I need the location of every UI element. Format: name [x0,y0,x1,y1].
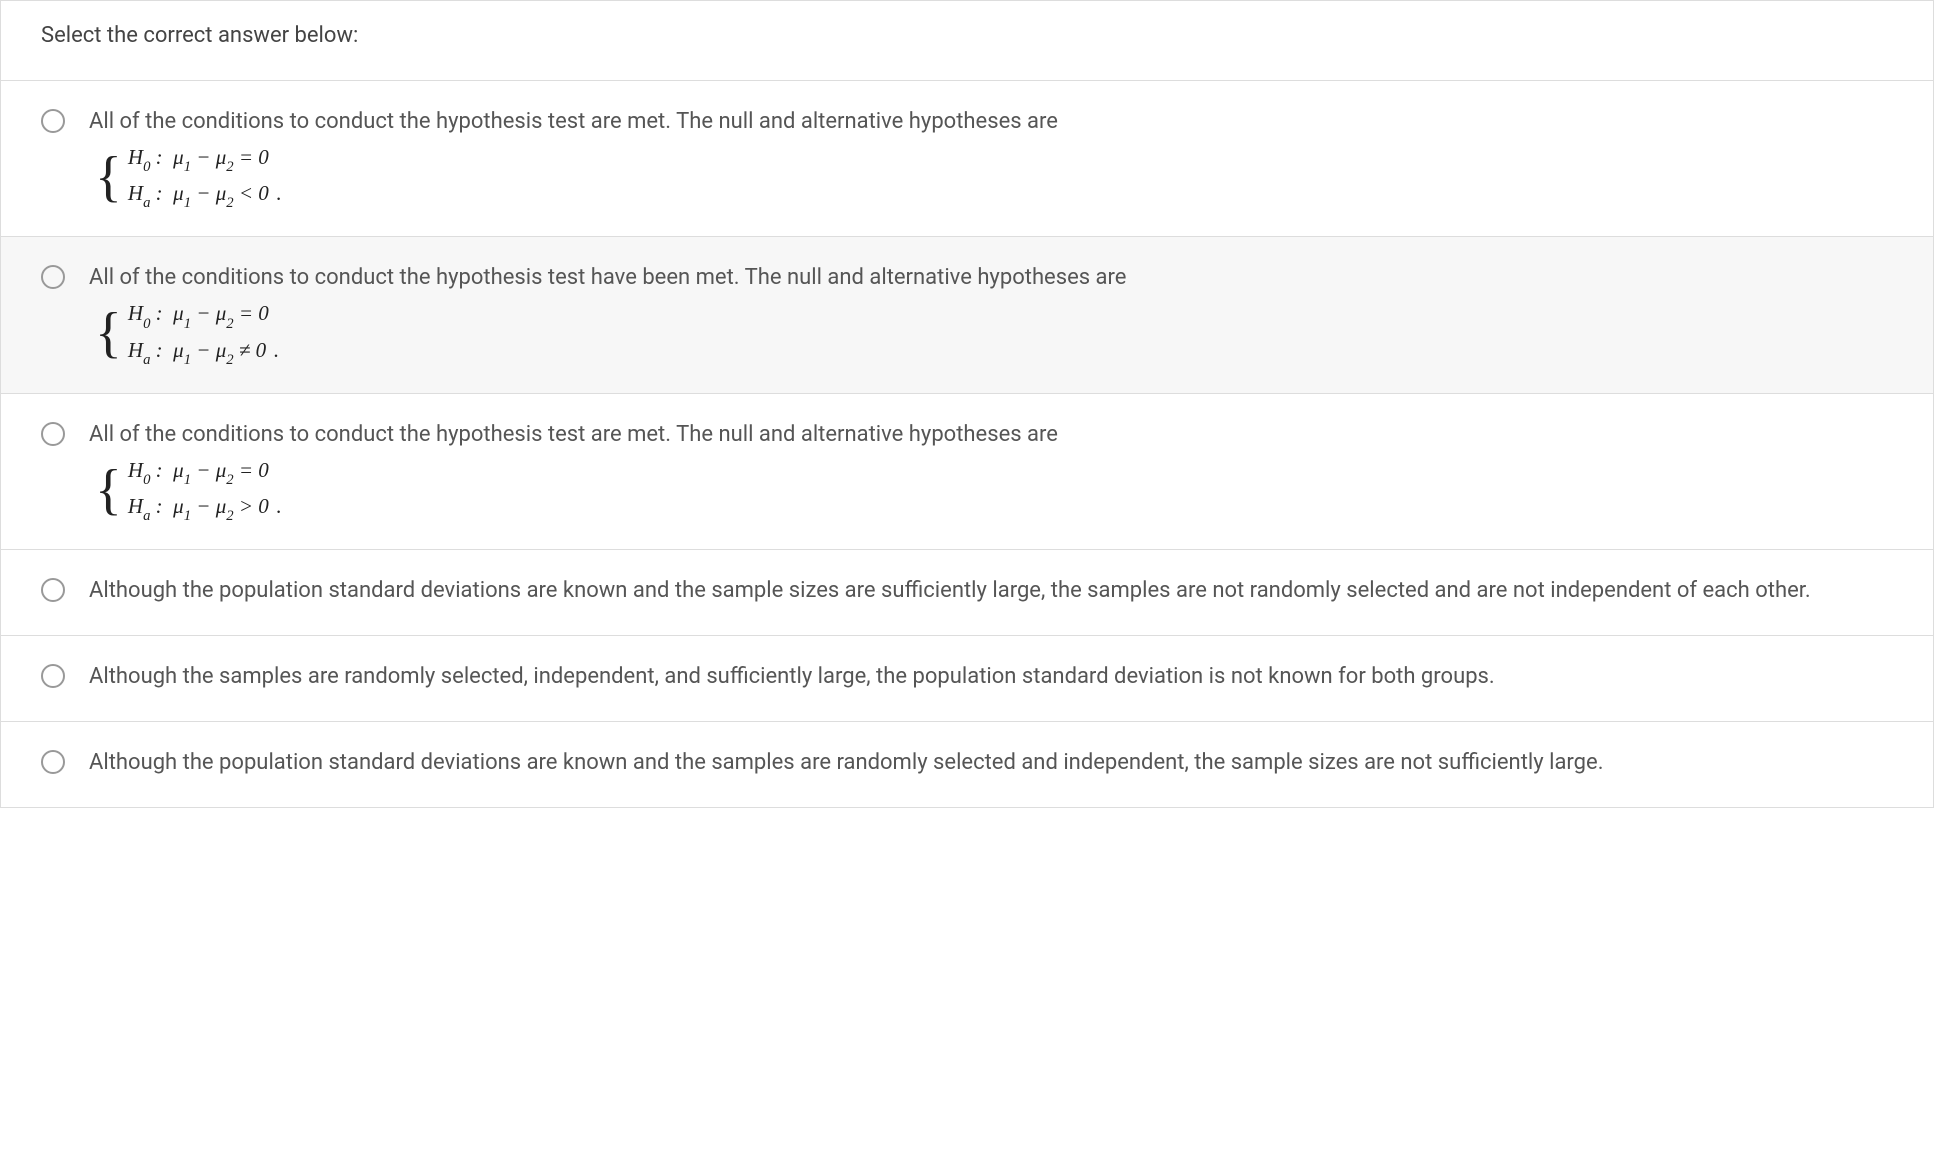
left-brace-icon: { [95,468,122,513]
radio-button[interactable] [41,664,65,688]
answer-option[interactable]: Although the samples are randomly select… [1,636,1933,722]
math-hypotheses: { H0 : μ1 − μ2 = 0 Ha : μ1 − μ2 < 0 . [95,142,1893,212]
answer-option[interactable]: Although the population standard deviati… [1,722,1933,807]
option-text: Although the population standard deviati… [89,746,1893,779]
option-text: All of the conditions to conduct the hyp… [89,418,1893,451]
math-hypotheses: { H0 : μ1 − μ2 = 0 Ha : μ1 − μ2 > 0 . [95,455,1893,525]
answer-option[interactable]: All of the conditions to conduct the hyp… [1,394,1933,550]
answer-option[interactable]: All of the conditions to conduct the hyp… [1,237,1933,393]
alt-hypothesis: Ha : μ1 − μ2 > 0 . [128,491,281,525]
option-content: Although the population standard deviati… [89,746,1893,783]
null-hypothesis: H0 : μ1 − μ2 = 0 [128,142,281,176]
answer-option[interactable]: Although the population standard deviati… [1,550,1933,636]
radio-button[interactable] [41,578,65,602]
option-text: Although the population standard deviati… [89,574,1893,607]
question-prompt: Select the correct answer below: [1,1,1933,81]
left-brace-icon: { [95,155,122,200]
question-container: Select the correct answer below: All of … [0,0,1934,808]
option-text: All of the conditions to conduct the hyp… [89,105,1893,138]
alt-hypothesis: Ha : μ1 − μ2 ≠ 0 . [128,335,279,369]
radio-button[interactable] [41,750,65,774]
answer-option[interactable]: All of the conditions to conduct the hyp… [1,81,1933,237]
radio-button[interactable] [41,109,65,133]
radio-button[interactable] [41,422,65,446]
left-brace-icon: { [95,311,122,356]
null-hypothesis: H0 : μ1 − μ2 = 0 [128,455,281,489]
option-content: All of the conditions to conduct the hyp… [89,418,1893,525]
option-content: Although the population standard deviati… [89,574,1893,611]
alt-hypothesis: Ha : μ1 − μ2 < 0 . [128,178,281,212]
option-content: All of the conditions to conduct the hyp… [89,261,1893,368]
radio-button[interactable] [41,265,65,289]
null-hypothesis: H0 : μ1 − μ2 = 0 [128,298,279,332]
math-hypotheses: { H0 : μ1 − μ2 = 0 Ha : μ1 − μ2 ≠ 0 . [95,298,1893,368]
option-text: All of the conditions to conduct the hyp… [89,261,1893,294]
option-content: All of the conditions to conduct the hyp… [89,105,1893,212]
option-content: Although the samples are randomly select… [89,660,1893,697]
option-text: Although the samples are randomly select… [89,660,1893,693]
